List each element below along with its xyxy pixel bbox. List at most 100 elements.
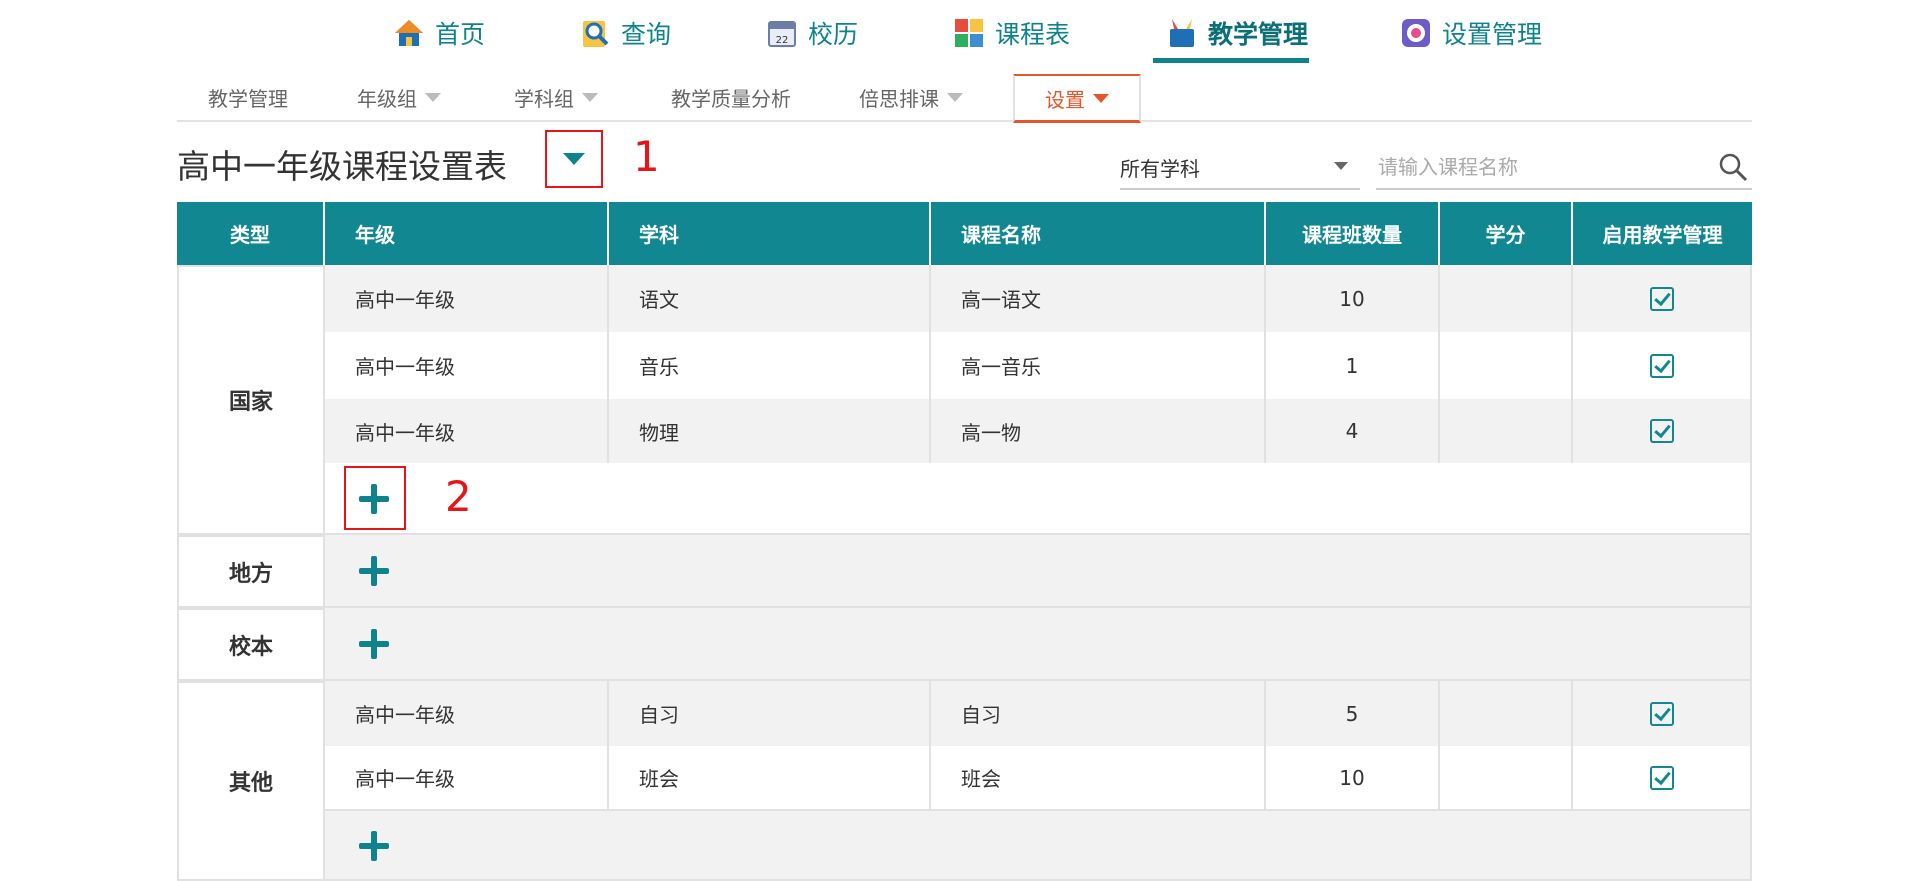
top-nav: 首页 查询 22 校历 课程表 教学管理 设置管理 xyxy=(0,0,1922,64)
class-count-cell: 10 xyxy=(1266,746,1440,809)
nav-query-label: 查询 xyxy=(621,20,672,49)
subnav-subject-group[interactable]: 学科组 xyxy=(514,74,598,120)
grade-cell: 高中一年级 xyxy=(325,399,609,463)
header-course-name: 课程名称 xyxy=(931,202,1266,265)
annotation-2: 2 xyxy=(445,472,472,521)
subnav-teaching-mgmt[interactable]: 教学管理 xyxy=(208,74,288,120)
enable-checkbox[interactable] xyxy=(1649,419,1674,443)
table-row: 高中一年级 班会 班会 10 xyxy=(325,746,1752,809)
grade-cell: 高中一年级 xyxy=(325,746,609,809)
class-count-cell: 4 xyxy=(1266,399,1440,463)
table-header: 类型 年级 学科 课程名称 课程班数量 学分 启用教学管理 xyxy=(177,202,1752,265)
grade-cell: 高中一年级 xyxy=(325,681,609,746)
credit-cell xyxy=(1440,265,1573,332)
type-cell-local: 地方 xyxy=(177,535,325,608)
course-name-cell: 高一物 xyxy=(931,399,1266,463)
search-icon[interactable] xyxy=(1718,152,1748,182)
caret-down-icon xyxy=(563,153,585,165)
nav-query[interactable]: 查询 xyxy=(579,8,671,58)
grade-cell: 高中一年级 xyxy=(325,332,609,399)
add-course-button[interactable] xyxy=(359,831,389,861)
chevron-down-icon xyxy=(582,92,598,102)
table-row: 高中一年级 物理 高一物 4 xyxy=(325,399,1752,463)
nav-calendar[interactable]: 22 校历 xyxy=(766,8,858,58)
credit-cell xyxy=(1440,746,1573,809)
nav-calendar-label: 校历 xyxy=(808,20,859,49)
svg-text:22: 22 xyxy=(776,35,789,46)
enable-cell xyxy=(1573,681,1752,746)
nav-schedule-label: 课程表 xyxy=(995,20,1071,49)
table-row: 高中一年级 音乐 高一音乐 1 xyxy=(325,332,1752,399)
subnav-label: 倍思排课 xyxy=(859,86,939,111)
nav-home-label: 首页 xyxy=(435,20,486,49)
subject-cell: 自习 xyxy=(609,681,931,746)
subject-filter-select[interactable]: 所有学科 xyxy=(1120,146,1360,190)
add-course-button[interactable] xyxy=(359,556,389,586)
active-tab-underline xyxy=(1153,58,1309,63)
type-cell-school: 校本 xyxy=(177,608,325,681)
subnav-label: 年级组 xyxy=(357,86,417,111)
course-search-input[interactable] xyxy=(1376,146,1710,188)
schedule-icon xyxy=(953,17,985,49)
title-dropdown-button[interactable] xyxy=(545,130,603,188)
subnav-label: 教学质量分析 xyxy=(671,86,791,111)
sub-nav: 教学管理 年级组 学科组 教学质量分析 倍思排课 设置 xyxy=(177,74,1752,123)
search-doc-icon xyxy=(579,17,611,49)
enable-checkbox[interactable] xyxy=(1649,286,1674,311)
table-row: 高中一年级 自习 自习 5 xyxy=(325,681,1752,746)
course-name-cell: 自习 xyxy=(931,681,1266,746)
header-class-count: 课程班数量 xyxy=(1266,202,1440,265)
subject-cell: 班会 xyxy=(609,746,931,809)
subject-cell: 音乐 xyxy=(609,332,931,399)
enable-cell xyxy=(1573,332,1752,399)
subnav-scheduling[interactable]: 倍思排课 xyxy=(859,74,963,120)
table-row: 高中一年级 语文 高一语文 10 xyxy=(325,265,1752,332)
subject-filter-value: 所有学科 xyxy=(1120,156,1200,181)
type-cell-other: 其他 xyxy=(177,681,325,881)
enable-checkbox[interactable] xyxy=(1649,701,1674,726)
type-cell-national: 国家 xyxy=(177,265,325,535)
course-name-cell: 班会 xyxy=(931,746,1266,809)
subnav-quality-analysis[interactable]: 教学质量分析 xyxy=(671,74,791,120)
course-name-cell: 高一音乐 xyxy=(931,332,1266,399)
nav-settings[interactable]: 设置管理 xyxy=(1400,8,1542,58)
subnav-grade-group[interactable]: 年级组 xyxy=(357,74,441,120)
settings-icon xyxy=(1400,17,1432,49)
enable-checkbox[interactable] xyxy=(1649,353,1674,378)
nav-schedule[interactable]: 课程表 xyxy=(953,8,1070,58)
chevron-down-icon xyxy=(425,92,441,102)
home-icon xyxy=(393,17,425,49)
page-title: 高中一年级课程设置表 xyxy=(177,147,507,186)
header-credit: 学分 xyxy=(1440,202,1573,265)
header-subject: 学科 xyxy=(609,202,931,265)
calendar-icon: 22 xyxy=(766,17,798,49)
chevron-down-icon xyxy=(1334,162,1348,170)
course-search xyxy=(1376,146,1752,190)
class-count-cell: 5 xyxy=(1266,681,1440,746)
class-count-cell: 10 xyxy=(1266,265,1440,332)
subnav-label: 设置 xyxy=(1045,87,1085,112)
course-name-cell: 高一语文 xyxy=(931,265,1266,332)
add-course-row xyxy=(325,535,1752,608)
teaching-icon xyxy=(1166,17,1198,49)
credit-cell xyxy=(1440,399,1573,463)
header-type: 类型 xyxy=(177,202,325,265)
credit-cell xyxy=(1440,681,1573,746)
header-grade: 年级 xyxy=(325,202,609,265)
enable-cell xyxy=(1573,399,1752,463)
enable-checkbox[interactable] xyxy=(1649,765,1674,790)
add-course-row xyxy=(325,809,1752,881)
subject-cell: 物理 xyxy=(609,399,931,463)
subnav-label: 教学管理 xyxy=(208,86,288,111)
credit-cell xyxy=(1440,332,1573,399)
chevron-down-icon xyxy=(947,92,963,102)
add-course-row xyxy=(325,463,1752,535)
nav-settings-label: 设置管理 xyxy=(1442,20,1543,49)
subject-cell: 语文 xyxy=(609,265,931,332)
enable-cell xyxy=(1573,265,1752,332)
add-course-button[interactable] xyxy=(359,629,389,659)
subnav-settings[interactable]: 设置 xyxy=(1013,74,1141,123)
nav-home[interactable]: 首页 xyxy=(393,8,485,58)
annotation-1: 1 xyxy=(633,132,660,181)
nav-teaching[interactable]: 教学管理 xyxy=(1166,8,1308,58)
